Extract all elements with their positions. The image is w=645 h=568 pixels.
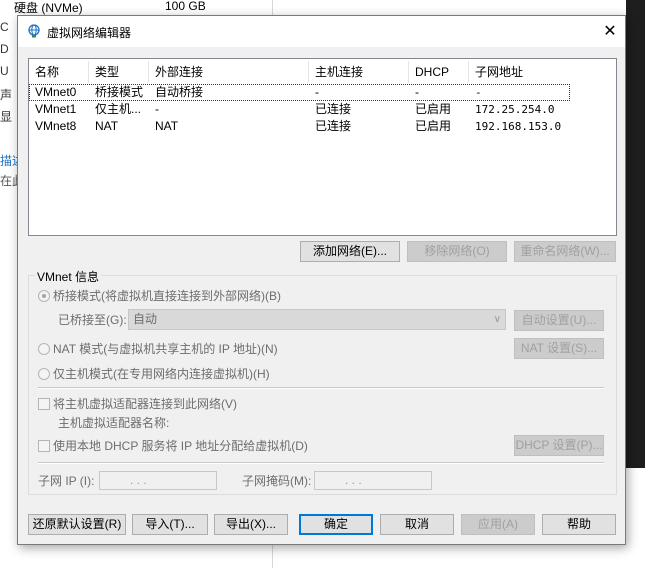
cell-name: VMnet0 bbox=[35, 85, 77, 99]
import-button[interactable]: 导入(T)... bbox=[132, 514, 208, 535]
cell-external: NAT bbox=[155, 119, 179, 133]
close-button[interactable]: ✕ bbox=[595, 16, 625, 47]
radio-indicator bbox=[38, 343, 50, 355]
network-list-header: 名称 类型 外部连接 主机连接 DHCP 子网地址 bbox=[29, 61, 616, 83]
background-disk-label: 硬盘 (NVMe) bbox=[14, 1, 83, 15]
background-disk-row: 硬盘 (NVMe) 100 GB bbox=[0, 0, 272, 15]
background-side-row: D bbox=[0, 42, 9, 56]
separator bbox=[38, 462, 604, 464]
background-side-row: 显 bbox=[0, 110, 13, 124]
cancel-button[interactable]: 取消 bbox=[380, 514, 454, 535]
chevron-down-icon: ∨ bbox=[493, 314, 501, 325]
column-header-dhcp[interactable]: DHCP bbox=[409, 61, 469, 83]
bridged-mode-radio[interactable]: 桥接模式(将虚拟机直接连接到外部网络)(B) bbox=[38, 288, 281, 304]
checkbox-indicator bbox=[38, 440, 50, 452]
background-disk-size: 100 GB bbox=[165, 0, 206, 13]
export-button[interactable]: 导出(X)... bbox=[214, 514, 288, 535]
cell-host: - bbox=[315, 85, 319, 99]
background-side-row: C bbox=[0, 20, 9, 34]
bridged-mode-label: 桥接模式(将虚拟机直接连接到外部网络)(B) bbox=[53, 289, 281, 303]
add-network-button[interactable]: 添加网络(E)... bbox=[300, 241, 400, 262]
host-adapter-name-label: 主机虚拟适配器名称: bbox=[58, 416, 170, 430]
cell-external: - bbox=[155, 102, 159, 116]
apply-button[interactable]: 应用(A) bbox=[461, 514, 535, 535]
connect-host-adapter-checkbox[interactable]: 将主机虚拟适配器连接到此网络(V) bbox=[38, 396, 237, 412]
cell-subnet: 172.25.254.0 bbox=[475, 103, 555, 116]
background-sidebar: C D U 声 显 bbox=[0, 20, 17, 130]
nat-mode-label: NAT 模式(与虚拟机共享主机的 IP 地址)(N) bbox=[53, 342, 278, 356]
background-dark-panel bbox=[626, 0, 645, 468]
auto-settings-button[interactable]: 自动设置(U)... bbox=[514, 310, 604, 331]
checkbox-indicator bbox=[38, 398, 50, 410]
column-header-name[interactable]: 名称 bbox=[29, 61, 89, 83]
use-local-dhcp-label: 使用本地 DHCP 服务将 IP 地址分配给虚拟机(D) bbox=[53, 439, 308, 453]
radio-indicator bbox=[38, 368, 50, 380]
title-bar[interactable]: 虚拟网络编辑器 ✕ bbox=[18, 16, 625, 47]
dialog-title: 虚拟网络编辑器 bbox=[47, 26, 132, 40]
cell-subnet: 192.168.153.0 bbox=[475, 120, 562, 133]
subnet-ip-label: 子网 IP (I): bbox=[38, 474, 95, 488]
use-local-dhcp-checkbox[interactable]: 使用本地 DHCP 服务将 IP 地址分配给虚拟机(D) bbox=[38, 438, 308, 454]
cell-name: VMnet8 bbox=[35, 119, 77, 133]
bridged-to-value: 自动 bbox=[133, 312, 158, 326]
cell-type: 仅主机... bbox=[95, 102, 142, 116]
subnet-mask-input[interactable]: . . . bbox=[314, 471, 432, 490]
cell-subnet: - bbox=[475, 86, 482, 99]
cell-external: 自动桥接 bbox=[155, 85, 204, 99]
remove-network-button[interactable]: 移除网络(O) bbox=[407, 241, 507, 262]
column-header-type[interactable]: 类型 bbox=[89, 61, 149, 83]
bridged-to-label: 已桥接至(G): bbox=[58, 313, 127, 327]
dhcp-settings-button[interactable]: DHCP 设置(P)... bbox=[514, 435, 604, 456]
column-header-subnet[interactable]: 子网地址 bbox=[469, 61, 616, 83]
bridged-to-select[interactable]: 自动 ∨ bbox=[128, 309, 506, 330]
radio-indicator bbox=[38, 290, 50, 302]
cell-name: VMnet1 bbox=[35, 102, 77, 116]
cell-type: NAT bbox=[95, 119, 119, 133]
cell-dhcp: 已启用 bbox=[415, 102, 452, 116]
table-row[interactable]: VMnet0 桥接模式 自动桥接 - - - bbox=[29, 84, 570, 101]
table-row[interactable]: VMnet1 仅主机... - 已连接 已启用 172.25.254.0 bbox=[29, 101, 616, 118]
restore-defaults-button[interactable]: 还原默认设置(R) bbox=[28, 514, 126, 535]
background-side-row: U bbox=[0, 64, 9, 78]
vmnet-info-title: VMnet 信息 bbox=[35, 268, 102, 285]
host-only-mode-label: 仅主机模式(在专用网络内连接虚拟机)(H) bbox=[53, 367, 270, 381]
separator bbox=[38, 387, 604, 389]
help-button[interactable]: 帮助 bbox=[542, 514, 616, 535]
background-side-row: 声 bbox=[0, 88, 13, 102]
table-row[interactable]: VMnet8 NAT NAT 已连接 已启用 192.168.153.0 bbox=[29, 118, 616, 135]
rename-network-button[interactable]: 重命名网络(W)... bbox=[514, 241, 616, 262]
cell-dhcp: - bbox=[415, 85, 419, 99]
connect-host-adapter-label: 将主机虚拟适配器连接到此网络(V) bbox=[53, 397, 237, 411]
ok-button[interactable]: 确定 bbox=[299, 514, 373, 535]
close-icon: ✕ bbox=[603, 23, 617, 40]
cell-dhcp: 已启用 bbox=[415, 119, 452, 133]
subnet-mask-label: 子网掩码(M): bbox=[242, 474, 312, 488]
network-globe-icon bbox=[28, 24, 40, 38]
cell-host: 已连接 bbox=[315, 102, 352, 116]
nat-settings-button[interactable]: NAT 设置(S)... bbox=[514, 338, 604, 359]
host-only-mode-radio[interactable]: 仅主机模式(在专用网络内连接虚拟机)(H) bbox=[38, 366, 270, 382]
column-header-external[interactable]: 外部连接 bbox=[149, 61, 309, 83]
subnet-ip-input[interactable]: . . . bbox=[99, 471, 217, 490]
virtual-network-editor-dialog: 虚拟网络编辑器 ✕ 名称 类型 外部连接 主机连接 DHCP 子网地址 VMne… bbox=[17, 15, 626, 545]
nat-mode-radio[interactable]: NAT 模式(与虚拟机共享主机的 IP 地址)(N) bbox=[38, 341, 278, 357]
cell-host: 已连接 bbox=[315, 119, 352, 133]
network-list[interactable]: 名称 类型 外部连接 主机连接 DHCP 子网地址 VMnet0 桥接模式 自动… bbox=[28, 58, 617, 236]
column-header-host[interactable]: 主机连接 bbox=[309, 61, 409, 83]
cell-type: 桥接模式 bbox=[95, 85, 144, 99]
